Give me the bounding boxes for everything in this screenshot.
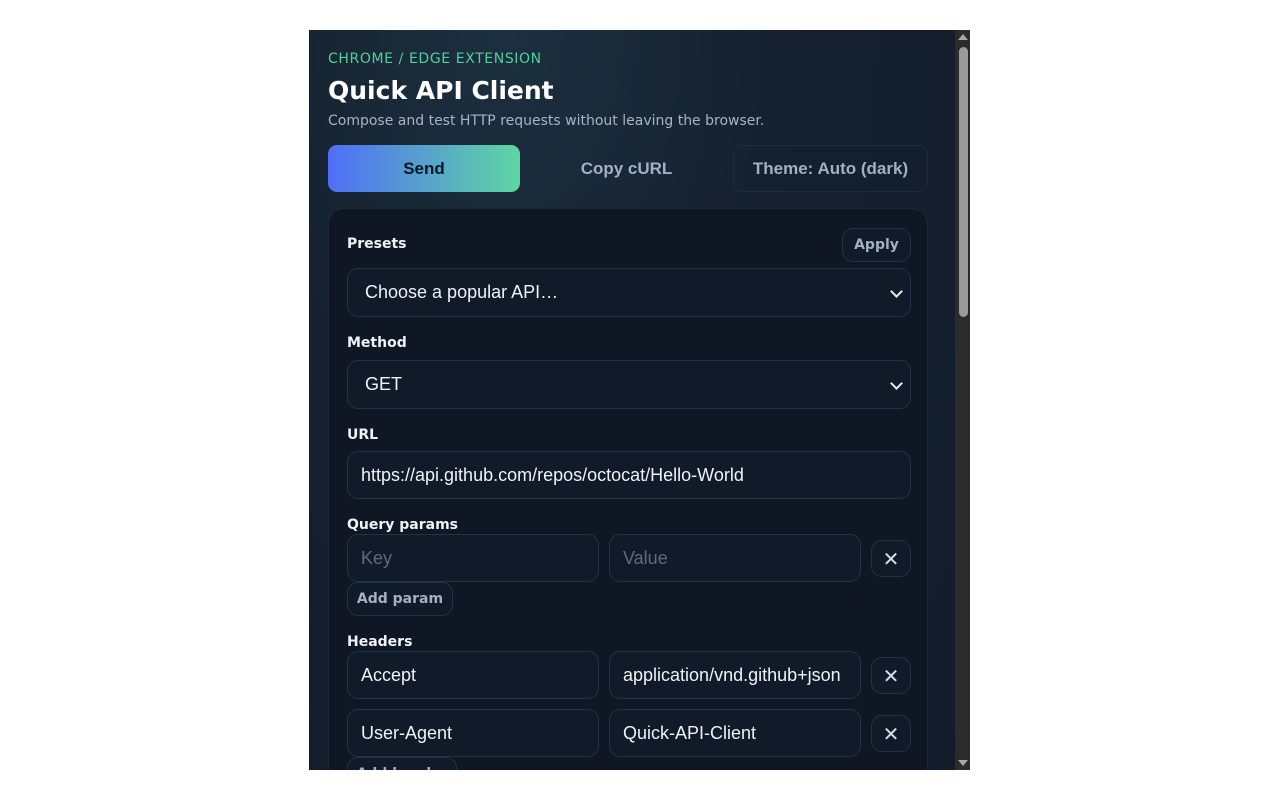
scroll-down-arrow-icon[interactable] — [958, 760, 968, 766]
page-subtitle: Compose and test HTTP requests without l… — [328, 113, 765, 129]
header-value-value: Quick-API-Client — [623, 722, 757, 743]
query-param-key-placeholder: Key — [361, 547, 393, 568]
url-input-value: https://api.github.com/repos/octocat/Hel… — [361, 464, 744, 485]
header-key-input[interactable]: User-Agent — [347, 709, 599, 757]
eyebrow-label: CHROME / EDGE EXTENSION — [328, 51, 542, 67]
toolbar: Send Copy cURL Theme: Auto (dark) — [328, 145, 928, 192]
add-param-button[interactable]: Add param — [347, 582, 453, 616]
header-key-value: User-Agent — [361, 722, 453, 743]
query-param-key-input[interactable]: Key — [347, 534, 599, 582]
url-label: URL — [347, 427, 379, 443]
method-label: Method — [347, 335, 407, 351]
presets-select-value: Choose a popular API… — [365, 282, 559, 302]
header-key-input[interactable]: Accept — [347, 651, 599, 699]
scroll-up-arrow-icon[interactable] — [958, 34, 968, 40]
send-button[interactable]: Send — [328, 145, 520, 192]
presets-label: Presets — [347, 236, 407, 252]
close-icon: ✕ — [882, 663, 900, 688]
chevron-down-icon — [890, 284, 903, 298]
scrollbar-thumb[interactable] — [959, 47, 968, 317]
header-value-input[interactable]: application/vnd.github+json — [609, 651, 861, 699]
query-params-label: Query params — [347, 517, 459, 533]
close-icon: ✕ — [882, 546, 900, 571]
page-title: Quick API Client — [328, 76, 554, 105]
query-param-value-input[interactable]: Value — [609, 534, 861, 582]
extension-popup: CHROME / EDGE EXTENSION Quick API Client… — [309, 30, 970, 770]
chevron-down-icon — [890, 376, 903, 390]
apply-preset-button[interactable]: Apply — [842, 228, 911, 262]
request-card: Presets Apply Choose a popular API… Meth… — [328, 208, 928, 770]
vertical-scrollbar[interactable] — [955, 30, 970, 770]
close-icon: ✕ — [882, 721, 900, 746]
remove-header-button[interactable]: ✕ — [871, 657, 911, 694]
theme-toggle-button[interactable]: Theme: Auto (dark) — [733, 145, 928, 192]
header-key-value: Accept — [361, 664, 417, 685]
copy-curl-button[interactable]: Copy cURL — [531, 145, 722, 192]
remove-header-button[interactable]: ✕ — [871, 715, 911, 752]
method-select[interactable]: GET — [347, 360, 911, 409]
url-input[interactable]: https://api.github.com/repos/octocat/Hel… — [347, 451, 911, 499]
header-value-value: application/vnd.github+json — [623, 664, 841, 685]
query-param-value-placeholder: Value — [623, 547, 668, 568]
presets-select[interactable]: Choose a popular API… — [347, 268, 911, 317]
header-value-input[interactable]: Quick-API-Client — [609, 709, 861, 757]
headers-label: Headers — [347, 634, 413, 650]
remove-query-param-button[interactable]: ✕ — [871, 540, 911, 577]
add-header-button[interactable]: Add header — [347, 757, 457, 770]
method-select-value: GET — [365, 374, 403, 394]
